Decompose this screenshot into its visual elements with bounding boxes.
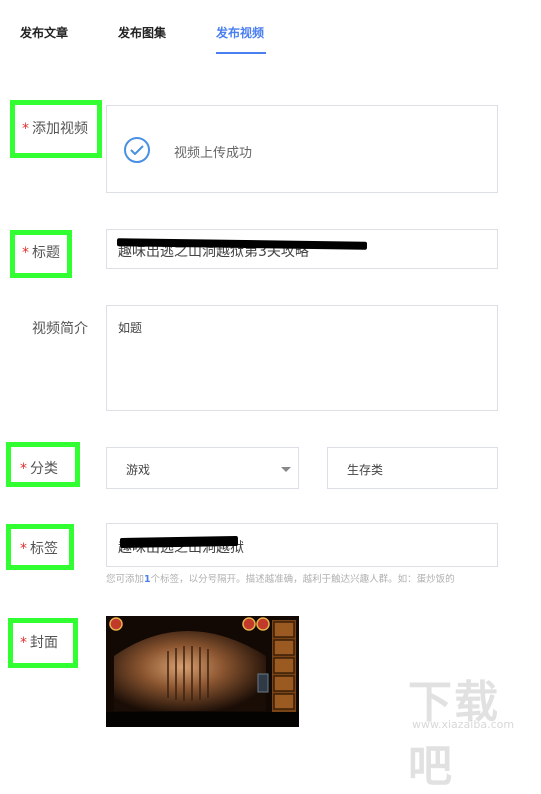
required-mark: * bbox=[22, 245, 29, 261]
check-circle-icon bbox=[124, 137, 150, 163]
tags-label: * 标签 bbox=[20, 538, 58, 558]
upload-status-text: 视频上传成功 bbox=[174, 146, 253, 161]
chevron-down-icon bbox=[281, 467, 291, 472]
description-label: 视频简介 bbox=[32, 321, 88, 337]
tags-hint-suffix: 个标签，以分号隔开。描述越准确，越利于触达兴趣人群。如：蛋炒饭的 bbox=[150, 574, 455, 585]
required-mark: * bbox=[20, 541, 27, 557]
active-tab-indicator bbox=[216, 52, 266, 54]
cover-thumbnail-art bbox=[106, 616, 299, 727]
cover-label: * 封面 bbox=[20, 632, 58, 652]
video-upload-area[interactable] bbox=[106, 105, 498, 193]
category-secondary-value: 生存类 bbox=[347, 463, 384, 477]
video-label-text: 添加视频 bbox=[32, 121, 88, 137]
cover-image[interactable] bbox=[106, 616, 299, 727]
cover-label-text: 封面 bbox=[30, 635, 58, 651]
required-mark: * bbox=[20, 635, 27, 651]
title-label-text: 标题 bbox=[32, 245, 60, 261]
description-value: 如题 bbox=[118, 321, 143, 335]
required-mark: * bbox=[20, 461, 27, 477]
title-label: * 标题 bbox=[22, 242, 60, 262]
tags-hint-count: 1 bbox=[144, 574, 151, 585]
category-label: * 分类 bbox=[20, 458, 58, 478]
redaction-mark bbox=[119, 535, 239, 549]
description-textarea[interactable] bbox=[106, 305, 498, 411]
tags-hint: 您可添加1个标签，以分号隔开。描述越准确，越利于触达兴趣人群。如：蛋炒饭的 bbox=[106, 571, 498, 585]
watermark-url: www.xiazaiba.com bbox=[412, 718, 515, 731]
tags-hint-prefix: 您可添加 bbox=[106, 574, 145, 585]
tags-label-text: 标签 bbox=[30, 541, 58, 557]
tab-publish-article[interactable]: 发布文章 bbox=[20, 24, 68, 41]
tab-publish-video[interactable]: 发布视频 bbox=[216, 24, 264, 41]
publish-tabs: 发布文章 发布图集 发布视频 bbox=[0, 0, 541, 60]
tab-publish-gallery[interactable]: 发布图集 bbox=[118, 24, 166, 41]
category-primary-value: 游戏 bbox=[126, 463, 151, 477]
category-label-text: 分类 bbox=[30, 461, 58, 477]
required-mark: * bbox=[22, 121, 29, 137]
video-label: * 添加视频 bbox=[22, 118, 88, 138]
